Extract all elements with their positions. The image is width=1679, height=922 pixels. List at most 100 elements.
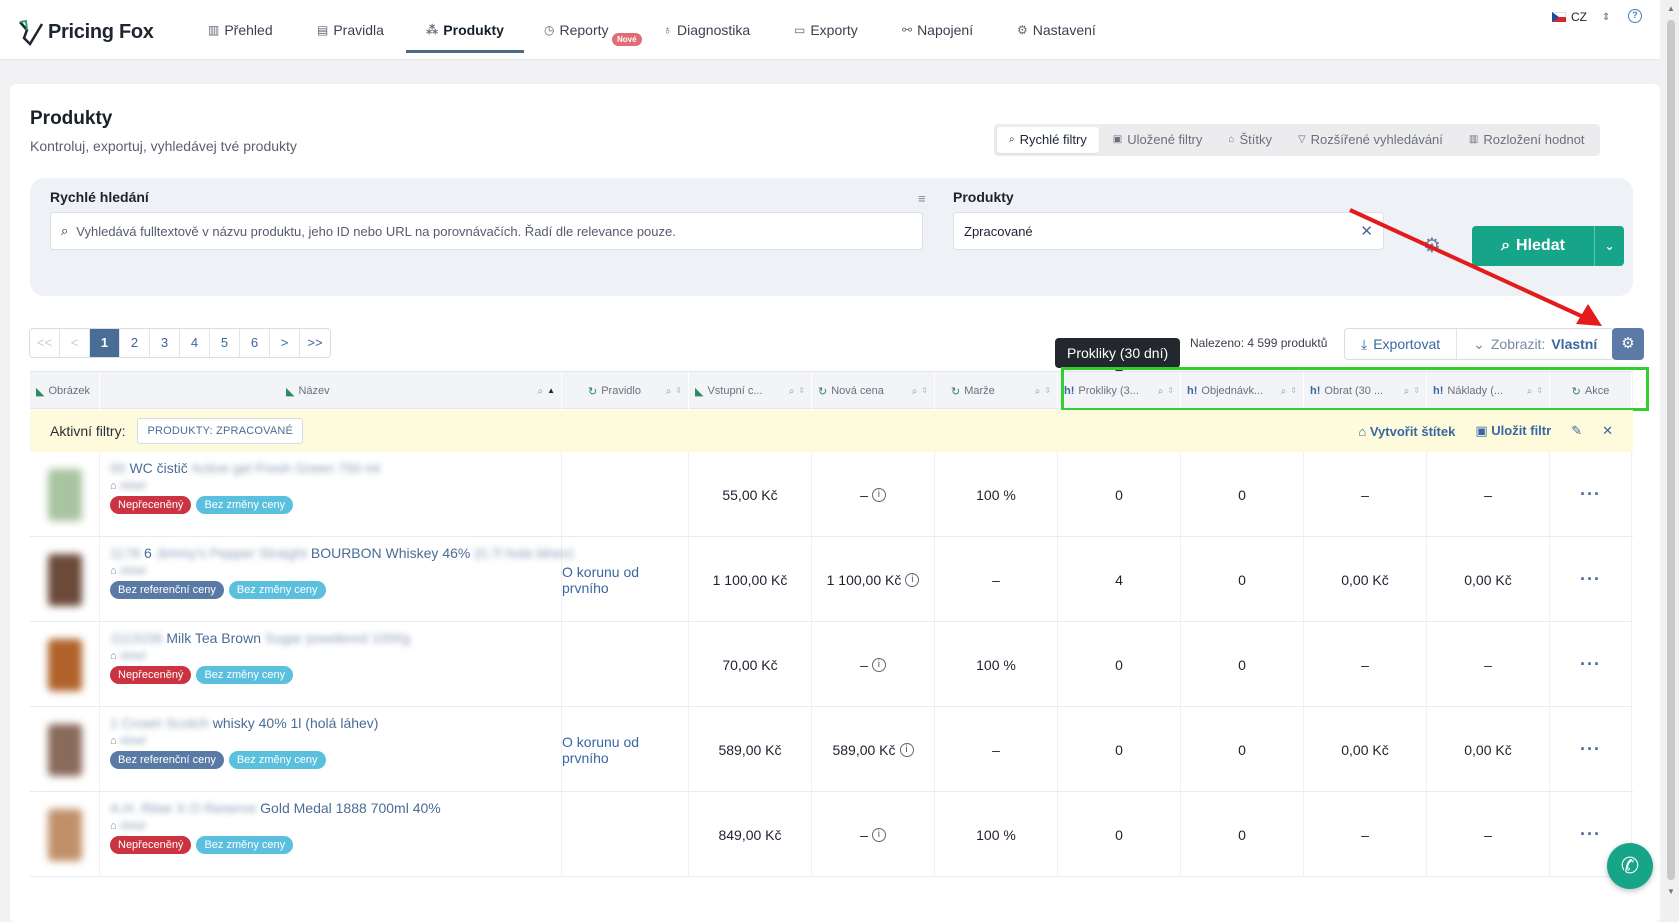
help-icon[interactable]: ? — [1628, 9, 1642, 23]
page-next[interactable]: > — [270, 329, 300, 357]
cell-margin: 100 % — [935, 792, 1058, 877]
nav-produkty[interactable]: ⁂ Produkty — [426, 22, 504, 38]
sort-icon[interactable]: ⇕ — [921, 387, 928, 395]
product-image[interactable] — [47, 553, 82, 606]
nav-exporty[interactable]: ▭ Exporty — [794, 22, 858, 38]
cell-input-price: 70,00 Kč — [689, 622, 812, 707]
product-name-link[interactable]: A.H. Riise X.O Reserve Gold Medal 1888 7… — [110, 800, 441, 816]
table-row[interactable]: 1113156 Milk Tea Brown Sugar powdered 10… — [30, 622, 1633, 707]
save-filter-button[interactable]: ▣ Uložit filtr — [1475, 423, 1551, 439]
product-image[interactable] — [47, 638, 82, 691]
more-actions-icon[interactable]: ··· — [1580, 739, 1601, 760]
product-name-link[interactable]: 1176 6 Jimmy's Pepper Straight BOURBON W… — [110, 545, 574, 561]
product-image[interactable] — [47, 468, 82, 521]
col-name[interactable]: ◣ Název ⌕ ▲ — [100, 372, 562, 410]
page-title: Produkty — [30, 108, 113, 129]
nav-napojeni[interactable]: ⚯ Napojení — [902, 22, 973, 38]
info-icon[interactable]: i — [871, 827, 886, 842]
col-rule[interactable]: ↻ Pravidlo ⌕ ⇕ — [562, 372, 689, 410]
search-icon[interactable]: ⌕ — [912, 386, 918, 397]
logo[interactable]: Pricing Fox — [18, 18, 154, 46]
page-first[interactable]: << — [30, 329, 60, 357]
scroll-thumb[interactable] — [1667, 20, 1675, 880]
page-number[interactable]: 2 — [120, 329, 150, 357]
page-number[interactable]: 4 — [180, 329, 210, 357]
products-filter-select[interactable]: Zpracované ✕ — [953, 212, 1384, 250]
cell-rule — [562, 622, 689, 707]
info-icon[interactable]: i — [871, 487, 886, 502]
cell-image — [30, 452, 100, 537]
nav-diagnostika[interactable]: ♁ Diagnostika — [663, 22, 750, 38]
language-switcher[interactable]: CZ ⇕ — [1552, 10, 1610, 24]
more-actions-icon[interactable]: ··· — [1580, 824, 1601, 845]
page-number[interactable]: 6 — [240, 329, 270, 357]
col-margin[interactable]: ↻ Marže ⌕ ⇕ — [935, 372, 1058, 410]
table-row[interactable]: 1176 6 Jimmy's Pepper Straight BOURBON W… — [30, 537, 1633, 622]
cell-image — [30, 792, 100, 877]
product-name-link[interactable]: 1 Crown Scotch whisky 40% 1l (holá láhev… — [110, 715, 378, 731]
sort-icon[interactable]: ⇕ — [1044, 387, 1051, 395]
quick-search-placeholder: Vyhledává fulltextově v názvu produktu, … — [76, 223, 676, 239]
column-settings-gear-icon[interactable]: ⚙ — [1612, 328, 1644, 360]
active-filter-chip[interactable]: PRODUKTY: ZPRACOVANÉ — [137, 418, 304, 444]
search-icon[interactable]: ⌕ — [537, 386, 543, 397]
tab-value-distribution[interactable]: ▥ Rozložení hodnot — [1457, 127, 1597, 153]
sort-icon[interactable]: ⇕ — [675, 387, 682, 395]
page-number[interactable]: 1 — [90, 329, 120, 357]
tab-advanced-search[interactable]: ▽ Rozšířené vyhledávání — [1286, 127, 1455, 153]
rule-link[interactable]: O korunu od prvního — [562, 564, 688, 596]
create-tag-button[interactable]: ⌂ Vytvořit štítek — [1358, 424, 1455, 439]
product-image[interactable] — [47, 808, 82, 861]
phone-icon[interactable]: ✆ — [1607, 843, 1653, 889]
active-filters-label: Aktivní filtry: — [50, 423, 126, 439]
info-icon[interactable]: i — [905, 572, 920, 587]
quick-search-label: Rychlé hledání — [50, 189, 149, 205]
search-icon[interactable]: ⌕ — [1035, 386, 1041, 397]
info-icon[interactable]: i — [899, 742, 914, 757]
info-icon[interactable]: i — [871, 657, 886, 672]
table-row[interactable]: A.H. Riise X.O Reserve Gold Medal 1888 7… — [30, 792, 1633, 877]
nav-nastaveni[interactable]: ⚙ Nastavení — [1017, 22, 1096, 38]
page-prev[interactable]: < — [60, 329, 90, 357]
search-icon[interactable]: ⌕ — [789, 386, 795, 397]
menu-lines-icon[interactable]: ≡ — [918, 191, 926, 206]
scroll-up-icon[interactable]: ▲ — [1667, 4, 1675, 13]
search-icon[interactable]: ⌕ — [666, 386, 672, 397]
quick-search-input[interactable]: ⌕ Vyhledává fulltextově v názvu produktu… — [50, 212, 923, 250]
more-actions-icon[interactable]: ··· — [1580, 569, 1601, 590]
nav-prehled[interactable]: ▥ Přehled — [208, 22, 273, 38]
margin: 100 % — [976, 826, 1016, 843]
page-scrollbar[interactable]: ▲ ▼ — [1663, 0, 1679, 922]
nav-reporty[interactable]: ◷ Reporty — [544, 22, 609, 38]
name-blurred: 00 — [110, 460, 126, 476]
edit-icon[interactable]: ✎ — [1571, 423, 1582, 439]
sort-icon[interactable]: ⇕ — [798, 387, 805, 395]
tag-line: ⌂ sklad — [110, 565, 145, 577]
more-actions-icon[interactable]: ··· — [1580, 484, 1601, 505]
table-row[interactable]: 1 Crown Scotch whisky 40% 1l (holá láhev… — [30, 707, 1633, 792]
cell-clicks: 0 — [1058, 622, 1181, 707]
filter-tabs: ⌕ Rychlé filtry ▣ Uložené filtry ⌂ Štítky ▽… — [994, 124, 1600, 156]
page-last[interactable]: >> — [300, 329, 330, 357]
col-new-price[interactable]: ↻ Nová cena ⌕ ⇕ — [812, 372, 935, 410]
product-image[interactable] — [47, 723, 82, 776]
sort-asc-icon[interactable]: ▲ — [547, 387, 555, 395]
table-row[interactable]: 00 WC čistič Active gel Fresh Green 750 … — [30, 452, 1633, 537]
scroll-down-icon[interactable]: ▼ — [1667, 887, 1675, 896]
new-price: 1 100,00 Kč — [826, 571, 902, 588]
more-actions-icon[interactable]: ··· — [1580, 654, 1601, 675]
tab-saved-filters[interactable]: ▣ Uložené filtry — [1101, 127, 1215, 153]
nav-pravidla[interactable]: ▤ Pravidla — [317, 22, 384, 38]
product-name-link[interactable]: 1113156 Milk Tea Brown Sugar powdered 10… — [110, 630, 410, 646]
col-image[interactable]: ◣ Obrázek — [30, 372, 100, 410]
cell-input-price: 849,00 Kč — [689, 792, 812, 877]
rule-link[interactable]: O korunu od prvního — [562, 734, 688, 766]
rules-icon: ▤ — [317, 23, 329, 37]
tab-quick-filters[interactable]: ⌕ Rychlé filtry — [997, 127, 1099, 153]
tab-tags[interactable]: ⌂ Štítky — [1216, 127, 1284, 153]
product-name-link[interactable]: 00 WC čistič Active gel Fresh Green 750 … — [110, 460, 380, 476]
close-icon[interactable]: ✕ — [1602, 423, 1613, 439]
page-number[interactable]: 5 — [210, 329, 240, 357]
col-input-price[interactable]: ◣ Vstupní c... ⌕ ⇕ — [689, 372, 812, 410]
page-number[interactable]: 3 — [150, 329, 180, 357]
